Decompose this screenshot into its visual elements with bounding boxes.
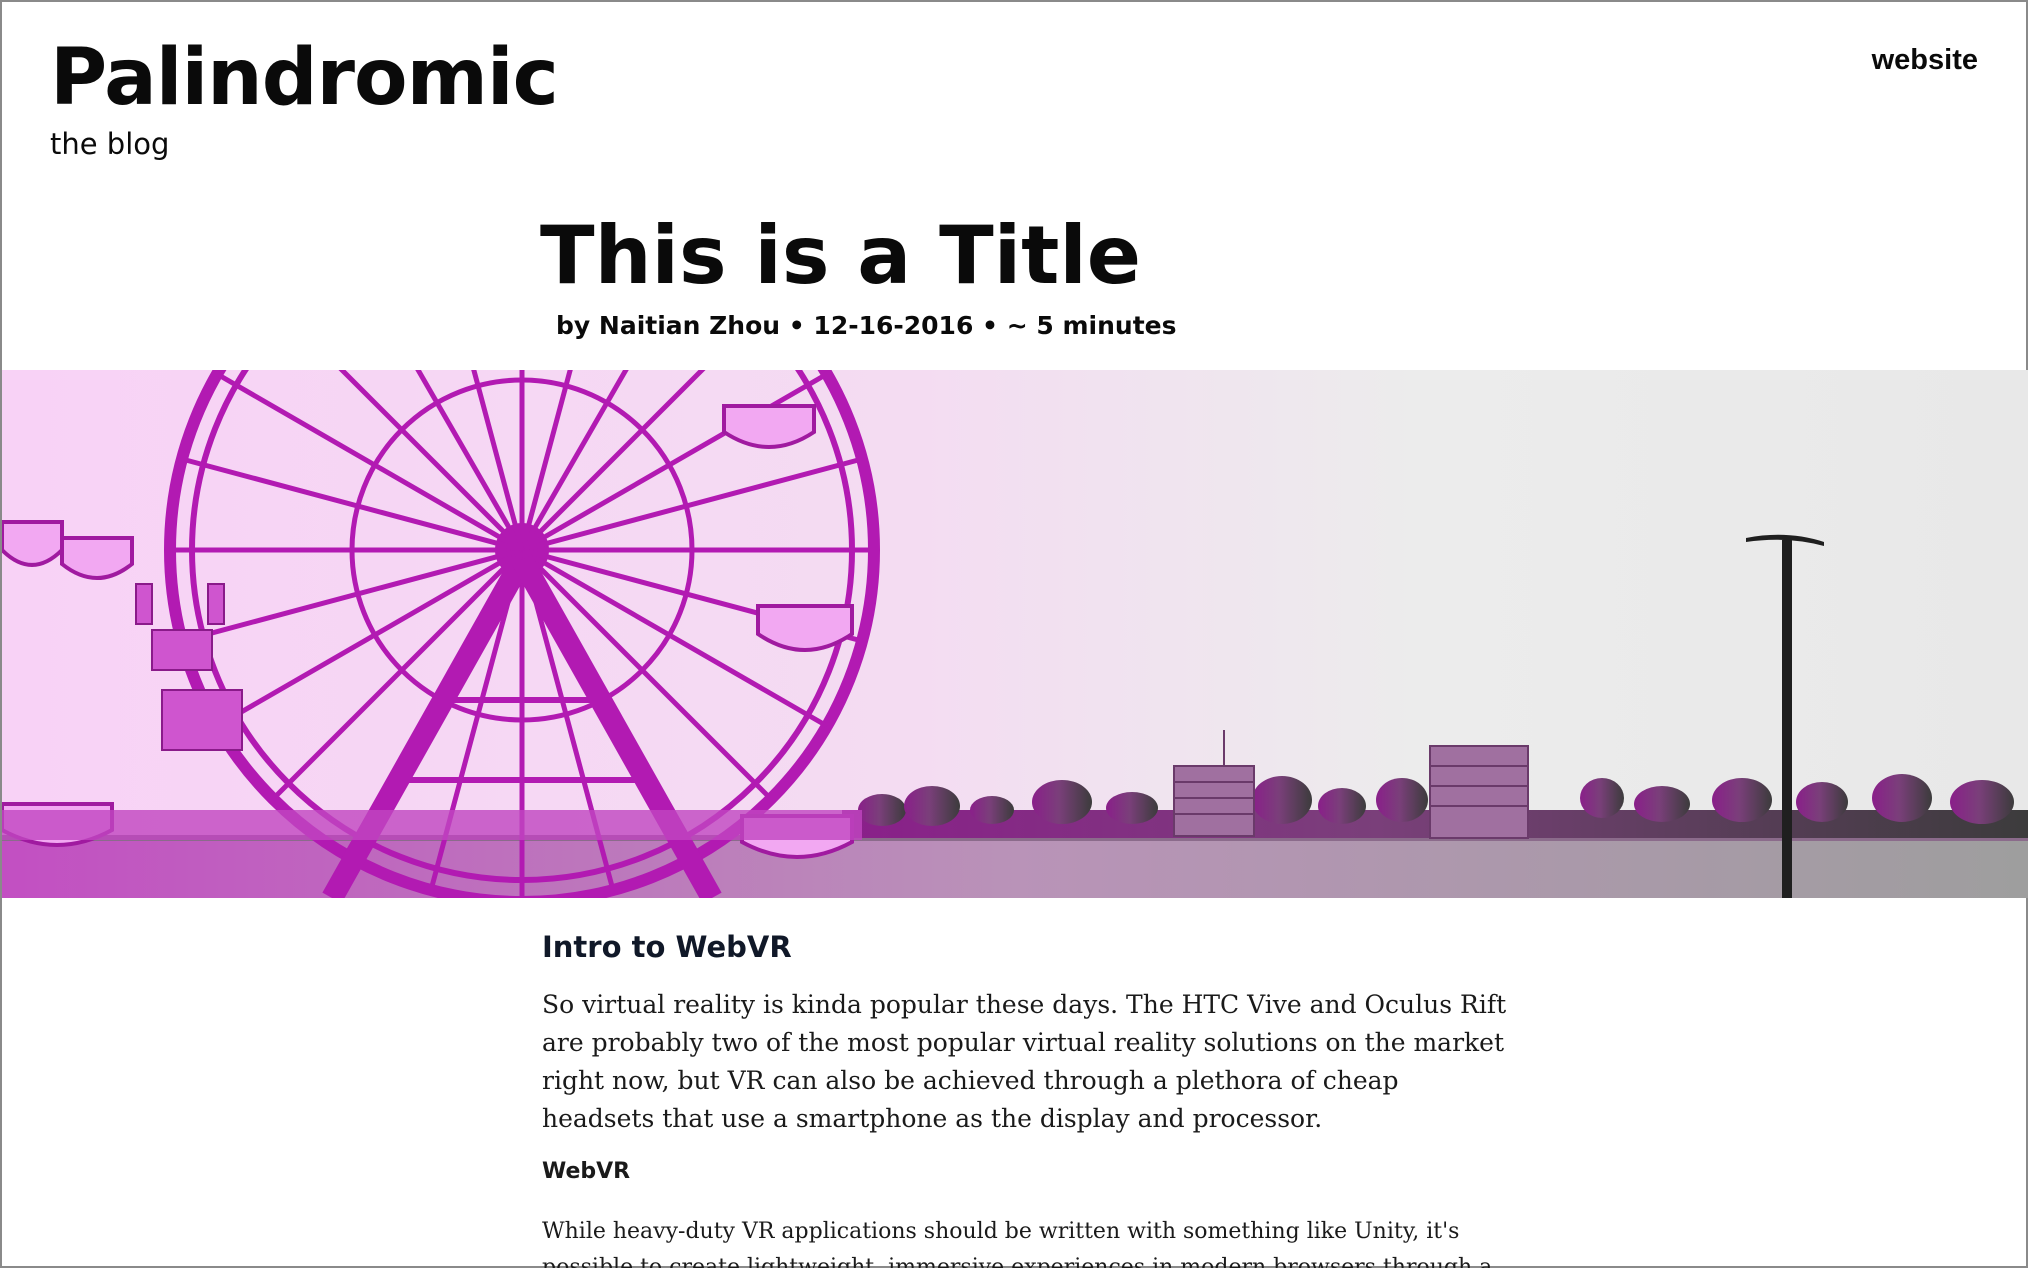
ferris-wheel-lake-illustration: [2, 370, 2028, 898]
site-subtitle: the blog: [50, 127, 170, 161]
website-link[interactable]: website: [1872, 42, 1978, 78]
body-paragraph: While heavy-duty VR applications should …: [542, 1219, 1493, 1268]
site-header: Palindromic the blog website: [2, 2, 2026, 172]
hero-image: [2, 370, 2028, 898]
post-meta: by Naitian Zhou • 12-16-2016 • ~ 5 minut…: [556, 311, 1177, 340]
intro-paragraph: So virtual reality is kinda popular thes…: [542, 990, 1507, 1133]
post-title: This is a Title: [540, 209, 1142, 302]
site-title[interactable]: Palindromic: [50, 32, 559, 124]
sub-heading: WebVR: [542, 1159, 631, 1184]
section-heading: Intro to WebVR: [542, 930, 792, 964]
post-content: Intro to WebVR So virtual reality is kin…: [542, 926, 1512, 1268]
